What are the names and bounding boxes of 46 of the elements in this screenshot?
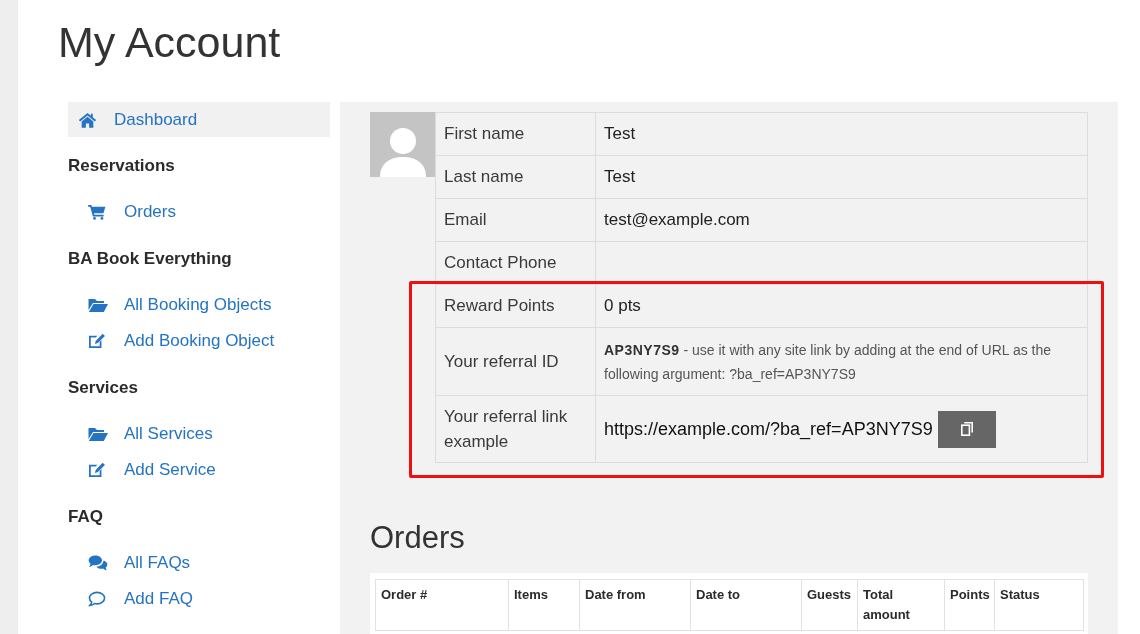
referral-url: https://example.com/?ba_ref=AP3NY7S9 xyxy=(604,418,933,442)
nav-link[interactable]: Orders xyxy=(68,194,330,230)
field-label: Last name xyxy=(436,156,596,199)
nav-link[interactable]: All Booking Objects xyxy=(68,287,330,323)
field-value: test@example.com xyxy=(596,199,1088,242)
page-title: My Account xyxy=(58,17,281,68)
chat-bubbles-icon xyxy=(88,555,108,571)
nav-link[interactable]: All FAQs xyxy=(68,545,330,581)
column-header: Guests xyxy=(801,579,858,631)
avatar-icon xyxy=(370,112,435,177)
nav-link[interactable]: Dashboard xyxy=(68,102,330,137)
cart-icon xyxy=(88,204,106,220)
copy-button[interactable] xyxy=(937,410,996,448)
field-label: Your referral link example xyxy=(436,396,596,463)
nav-heading: BA Book Everything xyxy=(68,248,233,270)
referral-note: AP3NY7S9 - use it with any site link by adding at the end of URL as the following argument: ?ba_ref=AP3NY7S9 xyxy=(596,328,1088,396)
nav-link[interactable]: Add Booking Object xyxy=(68,323,330,359)
field-label: First name xyxy=(436,113,596,156)
column-header: Items xyxy=(508,579,580,631)
field-label: Contact Phone xyxy=(436,242,596,285)
field-label: Reward Points xyxy=(436,285,596,328)
folder-icon xyxy=(88,426,108,442)
column-header: Date from xyxy=(579,579,691,631)
section-title: Orders xyxy=(370,519,465,556)
nav-heading: Services xyxy=(68,377,139,399)
field-value: 0 pts xyxy=(596,285,1088,328)
column-header: Date to xyxy=(690,579,802,631)
nav-heading: FAQ xyxy=(68,506,104,528)
column-header: Total amount xyxy=(857,579,945,631)
nav-link[interactable]: Add FAQ xyxy=(68,581,330,617)
folder-icon xyxy=(88,297,108,313)
nav-link[interactable]: Add Service xyxy=(68,452,330,488)
column-header: Order # xyxy=(375,579,509,631)
edit-icon xyxy=(88,462,106,478)
field-label: Your referral ID xyxy=(436,328,596,396)
field-value: Test xyxy=(596,113,1088,156)
nav-heading: Reservations xyxy=(68,155,176,177)
column-header: Status xyxy=(994,579,1084,631)
home-icon xyxy=(78,111,97,128)
chat-bubble-icon xyxy=(88,591,106,607)
copy-icon xyxy=(960,422,973,436)
edit-icon xyxy=(88,333,106,349)
column-header: Points xyxy=(944,579,995,631)
field-value: Test xyxy=(596,156,1088,199)
field-label: Email xyxy=(436,199,596,242)
nav-link[interactable]: All Services xyxy=(68,416,330,452)
